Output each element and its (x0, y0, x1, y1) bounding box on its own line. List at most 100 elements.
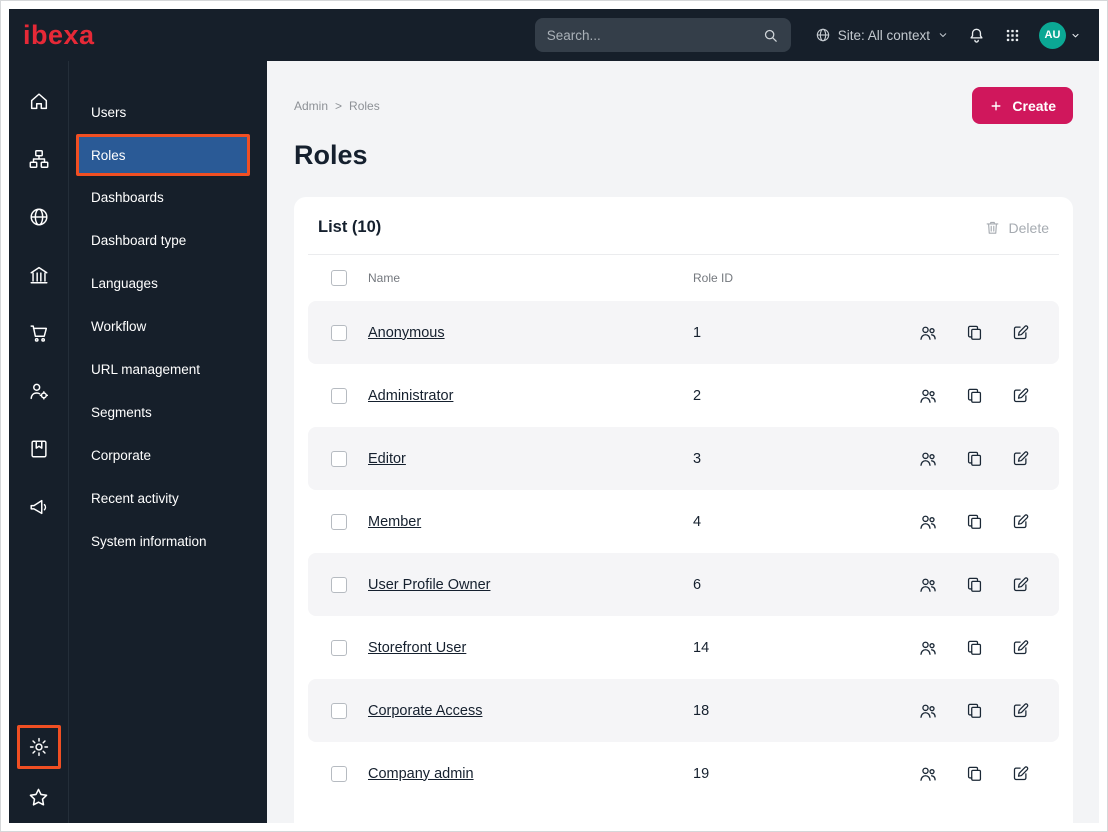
select-all-checkbox[interactable] (331, 270, 347, 286)
sidebar-item-workflow[interactable]: Workflow (69, 305, 267, 348)
edit-role-button[interactable] (1009, 637, 1031, 659)
customers-button[interactable] (27, 379, 51, 403)
marketing-button[interactable] (27, 495, 51, 519)
search-input[interactable] (546, 27, 754, 43)
breadcrumb: Admin > Roles (294, 99, 380, 113)
edit-role-button[interactable] (1009, 385, 1031, 407)
table-row: Member 4 (308, 490, 1059, 553)
catalog-button[interactable] (27, 437, 51, 461)
row-checkbox[interactable] (331, 450, 347, 467)
avatar[interactable]: AU (1039, 21, 1066, 49)
role-id-cell: 14 (693, 639, 710, 656)
assign-users-icon (918, 638, 938, 658)
site-context-selector[interactable]: Site: All context (815, 27, 949, 43)
catalog-icon (28, 438, 50, 460)
sidebar-item-corporate[interactable]: Corporate (69, 434, 267, 477)
role-name-link[interactable]: Company admin (368, 766, 693, 782)
copy-role-button[interactable] (963, 574, 985, 596)
role-id-cell: 1 (693, 324, 702, 341)
assign-users-icon (918, 449, 938, 469)
column-header-role-id: Role ID (693, 271, 734, 285)
assign-users-button[interactable] (917, 322, 939, 344)
row-checkbox[interactable] (331, 576, 347, 593)
notifications-button[interactable] (967, 26, 986, 45)
role-name-link[interactable]: Corporate Access (368, 703, 693, 719)
apps-grid-button[interactable] (1004, 27, 1021, 44)
row-checkbox[interactable] (331, 324, 347, 341)
screenshot-frame: ibexa Site: All context (0, 0, 1108, 832)
row-checkbox[interactable] (331, 513, 347, 530)
globe-icon (28, 206, 50, 228)
sidebar-item-users[interactable]: Users (69, 91, 267, 134)
sidebar-item-system-information[interactable]: System information (69, 520, 267, 563)
sidebar-item-url-management[interactable]: URL management (69, 348, 267, 391)
role-name-link[interactable]: Storefront User (368, 640, 693, 656)
row-checkbox[interactable] (331, 765, 347, 782)
edit-role-button[interactable] (1009, 763, 1031, 785)
user-menu[interactable]: AU (1039, 21, 1081, 49)
copy-icon (965, 386, 984, 405)
delete-button[interactable]: Delete (984, 219, 1049, 236)
ibexa-logo[interactable]: ibexa (23, 21, 95, 49)
edit-role-button[interactable] (1009, 700, 1031, 722)
edit-icon (1011, 701, 1030, 720)
company-button[interactable] (27, 263, 51, 287)
row-actions (917, 637, 1041, 659)
row-checkbox[interactable] (331, 639, 347, 656)
page-header-row: Admin > Roles Create (294, 87, 1073, 124)
edit-role-button[interactable] (1009, 574, 1031, 596)
sidebar-item-recent-activity[interactable]: Recent activity (69, 477, 267, 520)
assign-users-button[interactable] (917, 637, 939, 659)
edit-role-button[interactable] (1009, 511, 1031, 533)
copy-role-button[interactable] (963, 322, 985, 344)
create-button[interactable]: Create (972, 87, 1073, 124)
copy-role-button[interactable] (963, 511, 985, 533)
search-icon[interactable] (762, 27, 779, 44)
copy-role-button[interactable] (963, 385, 985, 407)
admin-settings-button[interactable] (16, 725, 61, 769)
chevron-down-icon (937, 29, 949, 41)
copy-role-button[interactable] (963, 763, 985, 785)
row-actions (917, 700, 1041, 722)
sidebar-item-languages[interactable]: Languages (69, 262, 267, 305)
sidebar-item-dashboards[interactable]: Dashboards (69, 176, 267, 219)
edit-role-button[interactable] (1009, 448, 1031, 470)
edit-role-button[interactable] (1009, 322, 1031, 344)
content-tree-button[interactable] (27, 147, 51, 171)
commerce-button[interactable] (27, 321, 51, 345)
content-tree-icon (28, 148, 50, 170)
role-name-link[interactable]: Administrator (368, 388, 693, 404)
assign-users-button[interactable] (917, 511, 939, 533)
top-bar: ibexa Site: All context (9, 9, 1099, 61)
assign-users-button[interactable] (917, 763, 939, 785)
company-building-icon (28, 264, 50, 286)
home-button[interactable] (27, 89, 51, 113)
role-name-link[interactable]: User Profile Owner (368, 577, 693, 593)
row-checkbox[interactable] (331, 387, 347, 404)
global-search[interactable] (534, 18, 791, 52)
role-name-link[interactable]: Anonymous (368, 325, 693, 341)
assign-users-button[interactable] (917, 700, 939, 722)
copy-role-button[interactable] (963, 700, 985, 722)
copy-role-button[interactable] (963, 448, 985, 470)
role-name-link[interactable]: Editor (368, 451, 693, 467)
icon-rail-bottom (16, 725, 61, 809)
breadcrumb-admin[interactable]: Admin (294, 99, 328, 113)
assign-users-button[interactable] (917, 574, 939, 596)
copy-role-button[interactable] (963, 637, 985, 659)
sidebar-item-dashboard-type[interactable]: Dashboard type (69, 219, 267, 262)
role-id-cell: 6 (693, 576, 702, 593)
site-button[interactable] (27, 205, 51, 229)
bell-icon (967, 26, 986, 45)
role-id-cell: 3 (693, 450, 702, 467)
cart-icon (28, 322, 50, 344)
assign-users-button[interactable] (917, 385, 939, 407)
delete-button-label: Delete (1008, 219, 1049, 236)
sidebar-item-roles[interactable]: Roles (76, 134, 250, 176)
sidebar-item-segments[interactable]: Segments (69, 391, 267, 434)
row-checkbox[interactable] (331, 702, 347, 719)
assign-users-button[interactable] (917, 448, 939, 470)
table-row: Administrator 2 (308, 364, 1059, 427)
bookmarks-button[interactable] (27, 785, 51, 809)
role-name-link[interactable]: Member (368, 514, 693, 530)
